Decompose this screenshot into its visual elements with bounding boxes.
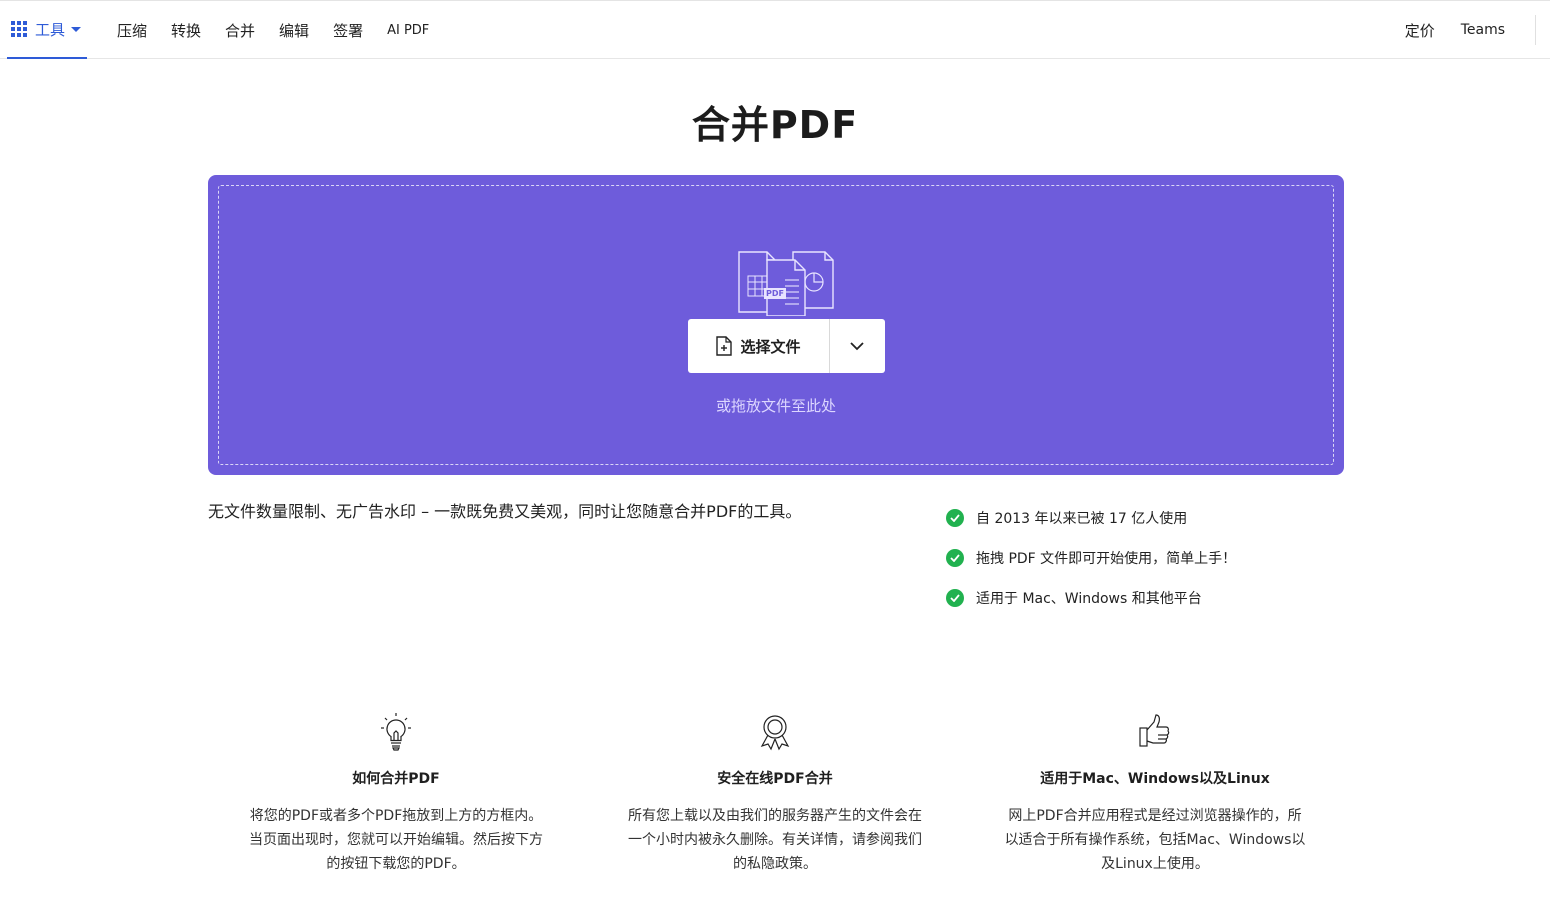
dropzone-dashed-border: PDF 选择文件 或拖放文件至此处 bbox=[218, 185, 1334, 465]
nav-link-merge[interactable]: 合并 bbox=[225, 20, 255, 41]
feature-text: 适用于 Mac、Windows 和其他平台 bbox=[976, 591, 1202, 607]
add-file-icon bbox=[716, 336, 733, 356]
nav-link-pricing[interactable]: 定价 bbox=[1405, 20, 1435, 41]
apps-grid-icon bbox=[11, 21, 27, 37]
lightbulb-icon bbox=[381, 713, 411, 751]
nav-link-convert[interactable]: 转换 bbox=[171, 20, 201, 41]
info-text: 网上PDF合并应用程式是经过浏览器操作的，所以适合于所有操作系统，包括Mac、W… bbox=[1004, 808, 1306, 872]
select-file-button[interactable]: 选择文件 bbox=[688, 319, 830, 373]
feature-item: 自 2013 年以来已被 17 亿人使用 bbox=[946, 498, 1346, 538]
tools-menu-label: 工具 bbox=[35, 20, 66, 39]
feature-text: 自 2013 年以来已被 17 亿人使用 bbox=[976, 511, 1188, 527]
nav-link-sign[interactable]: 签署 bbox=[333, 20, 363, 41]
award-ribbon-icon bbox=[760, 715, 790, 751]
nav-divider bbox=[1535, 15, 1536, 45]
drop-hint-text: 或拖放文件至此处 bbox=[715, 397, 836, 415]
caret-down-icon bbox=[71, 26, 82, 32]
info-security: 安全在线PDF合并 所有您上载以及由我们的服务器产生的文件会在一个小时内被永久删… bbox=[615, 712, 935, 876]
top-navigation: 工具 压缩 转换 合并 编辑 签署 AI PDF 定价 Teams bbox=[0, 0, 1550, 59]
tool-description: 无文件数量限制、无广告水印 – 一款既免费又美观，同时让您随意合并PDF的工具。 bbox=[208, 502, 802, 521]
select-file-group: 选择文件 bbox=[688, 319, 885, 373]
nav-links: 压缩 转换 合并 编辑 签署 AI PDF bbox=[117, 1, 453, 59]
info-title: 适用于Mac、Windows以及Linux bbox=[1040, 771, 1270, 787]
info-title: 安全在线PDF合并 bbox=[717, 771, 833, 787]
page-title: 合并PDF bbox=[691, 103, 859, 147]
nav-link-teams[interactable]: Teams bbox=[1461, 22, 1505, 38]
check-circle-icon bbox=[946, 589, 964, 607]
feature-item: 拖拽 PDF 文件即可开始使用，简单上手！ bbox=[946, 538, 1346, 578]
info-title: 如何合并PDF bbox=[352, 771, 440, 787]
info-how-to: 如何合并PDF 将您的PDF或者多个PDF拖放到上方的方框内。当页面出现时，您就… bbox=[236, 712, 556, 876]
tools-menu-button[interactable]: 工具 bbox=[7, 1, 87, 59]
pdf-badge-text: PDF bbox=[766, 289, 784, 298]
nav-link-edit[interactable]: 编辑 bbox=[279, 20, 309, 41]
feature-item: 适用于 Mac、Windows 和其他平台 bbox=[946, 578, 1346, 618]
thumbs-up-icon bbox=[1139, 714, 1170, 747]
files-illustration-icon bbox=[738, 251, 834, 316]
check-circle-icon bbox=[946, 509, 964, 527]
chevron-down-icon bbox=[850, 341, 864, 350]
info-text: 将您的PDF或者多个PDF拖放到上方的方框内。当页面出现时，您就可以开始编辑。然… bbox=[249, 808, 543, 872]
info-platforms: 适用于Mac、Windows以及Linux 网上PDF合并应用程式是经过浏览器操… bbox=[995, 712, 1315, 876]
nav-link-compress[interactable]: 压缩 bbox=[117, 20, 147, 41]
check-circle-icon bbox=[946, 549, 964, 567]
feature-list: 自 2013 年以来已被 17 亿人使用 拖拽 PDF 文件即可开始使用，简单上… bbox=[946, 498, 1346, 618]
feature-text: 拖拽 PDF 文件即可开始使用，简单上手！ bbox=[976, 551, 1237, 567]
select-source-dropdown[interactable] bbox=[830, 319, 884, 373]
select-file-label: 选择文件 bbox=[740, 337, 801, 356]
file-dropzone[interactable]: PDF 选择文件 或拖放文件至此处 bbox=[208, 175, 1344, 475]
nav-link-ai-pdf[interactable]: AI PDF bbox=[387, 23, 429, 38]
info-text: 所有您上载以及由我们的服务器产生的文件会在一个小时内被永久删除。有关详情，请参阅… bbox=[628, 808, 922, 872]
nav-right-links: 定价 Teams bbox=[1379, 1, 1505, 59]
